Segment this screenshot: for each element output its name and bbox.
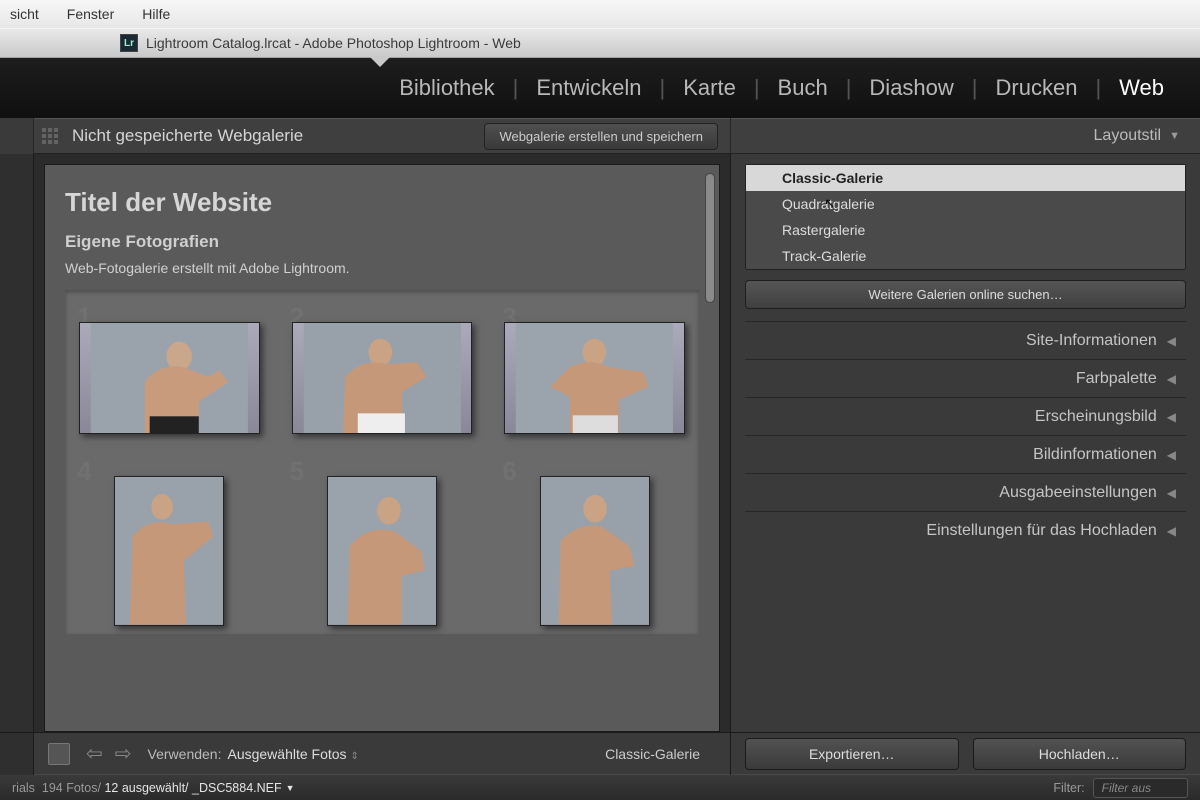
photo-thumbnail[interactable] xyxy=(327,476,437,626)
thumbnail-cell[interactable]: 3 xyxy=(500,304,689,442)
left-panel-edge-bottom[interactable] xyxy=(0,733,34,775)
create-save-gallery-button[interactable]: Webgalerie erstellen und speichern xyxy=(484,123,718,150)
chevron-down-icon: ▼ xyxy=(286,783,295,793)
export-button[interactable]: Exportieren… xyxy=(745,738,959,770)
chevron-left-icon: ◀ xyxy=(1167,372,1176,386)
menu-help[interactable]: Hilfe xyxy=(142,6,170,22)
layout-style-classic[interactable]: Classic-Galerie xyxy=(746,165,1185,191)
module-map[interactable]: Karte xyxy=(665,75,754,101)
chevron-left-icon: ◀ xyxy=(1167,448,1176,462)
layout-style-list: Classic-Galerie Quadratgalerie Rastergal… xyxy=(745,164,1186,270)
section-output-settings[interactable]: Ausgabeeinstellungen ◀ xyxy=(745,473,1186,511)
section-label: Ausgabeeinstellungen xyxy=(999,484,1156,502)
section-label: Farbpalette xyxy=(1076,370,1157,388)
layout-style-header[interactable]: Layoutstil ▼ xyxy=(730,118,1200,154)
chevron-left-icon: ◀ xyxy=(1167,334,1176,348)
chevron-left-icon: ◀ xyxy=(1167,524,1176,538)
section-color-palette[interactable]: Farbpalette ◀ xyxy=(745,359,1186,397)
chevron-down-icon: ▼ xyxy=(1169,130,1180,142)
menu-view[interactable]: sicht xyxy=(10,6,39,22)
photo-thumbnail[interactable] xyxy=(504,322,685,434)
thumbnail-cell[interactable]: 4 xyxy=(75,458,264,634)
menu-window[interactable]: Fenster xyxy=(67,6,114,22)
thumbnail-cell[interactable]: 1 xyxy=(75,304,264,442)
window-title: Lightroom Catalog.lrcat - Adobe Photosho… xyxy=(146,35,521,51)
section-appearance[interactable]: Erscheinungsbild ◀ xyxy=(745,397,1186,435)
collection-description[interactable]: Web-Fotogalerie erstellt mit Adobe Light… xyxy=(65,260,699,276)
find-more-galleries-button[interactable]: Weitere Galerien online suchen… xyxy=(745,280,1186,309)
section-image-info[interactable]: Bildinformationen ◀ xyxy=(745,435,1186,473)
status-photo-count: 194 Fotos/ xyxy=(42,781,101,795)
chevron-left-icon: ◀ xyxy=(1167,410,1176,424)
collection-title[interactable]: Eigene Fotografien xyxy=(65,232,699,252)
left-panel-edge[interactable] xyxy=(0,118,34,154)
section-label: Bildinformationen xyxy=(1033,446,1157,464)
status-selected-count: 12 ausgewählt/ xyxy=(104,781,188,795)
thumbnail-grid: 1 2 3 4 5 6 xyxy=(65,290,699,634)
cell-number: 6 xyxy=(502,456,516,487)
gallery-status-title: Nicht gespeicherte Webgalerie xyxy=(66,126,303,146)
module-slideshow[interactable]: Diashow xyxy=(851,75,971,101)
section-site-info[interactable]: Site-Informationen ◀ xyxy=(745,321,1186,359)
use-dropdown[interactable]: Ausgewählte Fotos ⇕ xyxy=(227,746,358,762)
photo-thumbnail[interactable] xyxy=(540,476,650,626)
use-label: Verwenden: xyxy=(148,746,222,762)
preview-scrollbar[interactable] xyxy=(705,173,715,303)
module-picker: Bibliothek| Entwickeln| Karte| Buch| Dia… xyxy=(0,58,1200,118)
thumbnail-cell[interactable]: 6 xyxy=(500,458,689,634)
photo-thumbnail[interactable] xyxy=(292,322,473,434)
prev-arrow-icon[interactable]: ⇦ xyxy=(80,741,109,766)
os-menu-bar: sicht Fenster Hilfe xyxy=(0,0,1200,28)
upload-button[interactable]: Hochladen… xyxy=(973,738,1187,770)
section-label: Erscheinungsbild xyxy=(1035,408,1157,426)
module-book[interactable]: Buch xyxy=(760,75,846,101)
site-title[interactable]: Titel der Website xyxy=(65,187,699,218)
window-title-bar: Lr Lightroom Catalog.lrcat - Adobe Photo… xyxy=(0,28,1200,58)
secondary-toolbar: Nicht gespeicherte Webgalerie Webgalerie… xyxy=(0,118,1200,154)
grid-icon[interactable] xyxy=(34,118,66,154)
status-folder: rials xyxy=(12,781,35,795)
next-arrow-icon[interactable]: ⇨ xyxy=(109,741,138,766)
cell-number: 4 xyxy=(77,456,91,487)
panel-collapse-triangle-icon[interactable] xyxy=(370,57,390,67)
thumbnail-cell[interactable]: 2 xyxy=(288,304,477,442)
photo-thumbnail[interactable] xyxy=(114,476,224,626)
module-library[interactable]: Bibliothek xyxy=(381,75,512,101)
current-style-name: Classic-Galerie xyxy=(605,746,730,762)
status-filename[interactable]: _DSC5884.NEF xyxy=(192,781,282,795)
app-icon: Lr xyxy=(120,34,138,52)
section-label: Site-Informationen xyxy=(1026,332,1157,350)
layout-style-grid[interactable]: Rastergalerie xyxy=(746,217,1185,243)
module-print[interactable]: Drucken xyxy=(978,75,1096,101)
updown-icon: ⇕ xyxy=(350,751,358,762)
layout-style-label: Layoutstil xyxy=(1094,127,1162,145)
thumbnail-cell[interactable]: 5 xyxy=(288,458,477,634)
layout-style-track[interactable]: Track-Galerie xyxy=(746,243,1185,269)
web-gallery-preview: Titel der Website Eigene Fotografien Web… xyxy=(44,164,720,732)
selection-indicator[interactable] xyxy=(48,743,70,765)
chevron-left-icon: ◀ xyxy=(1167,486,1176,500)
layout-style-square[interactable]: Quadratgalerie xyxy=(746,191,1185,217)
left-panel-collapsed[interactable] xyxy=(0,154,34,732)
bottom-toolbar: ⇦ ⇨ Verwenden: Ausgewählte Fotos ⇕ Class… xyxy=(0,732,1200,774)
photo-thumbnail[interactable] xyxy=(79,322,260,434)
cell-number: 5 xyxy=(290,456,304,487)
module-web[interactable]: Web xyxy=(1101,75,1182,101)
module-develop[interactable]: Entwickeln xyxy=(518,75,659,101)
section-upload-settings[interactable]: Einstellungen für das Hochladen ◀ xyxy=(745,511,1186,549)
section-label: Einstellungen für das Hochladen xyxy=(926,522,1156,540)
filter-dropdown[interactable]: Filter aus xyxy=(1093,778,1188,798)
right-panel: Classic-Galerie Quadratgalerie Rastergal… xyxy=(730,154,1200,732)
status-bar: rials 194 Fotos/ 12 ausgewählt/ _DSC5884… xyxy=(0,774,1200,800)
filter-label: Filter: xyxy=(1053,781,1084,795)
